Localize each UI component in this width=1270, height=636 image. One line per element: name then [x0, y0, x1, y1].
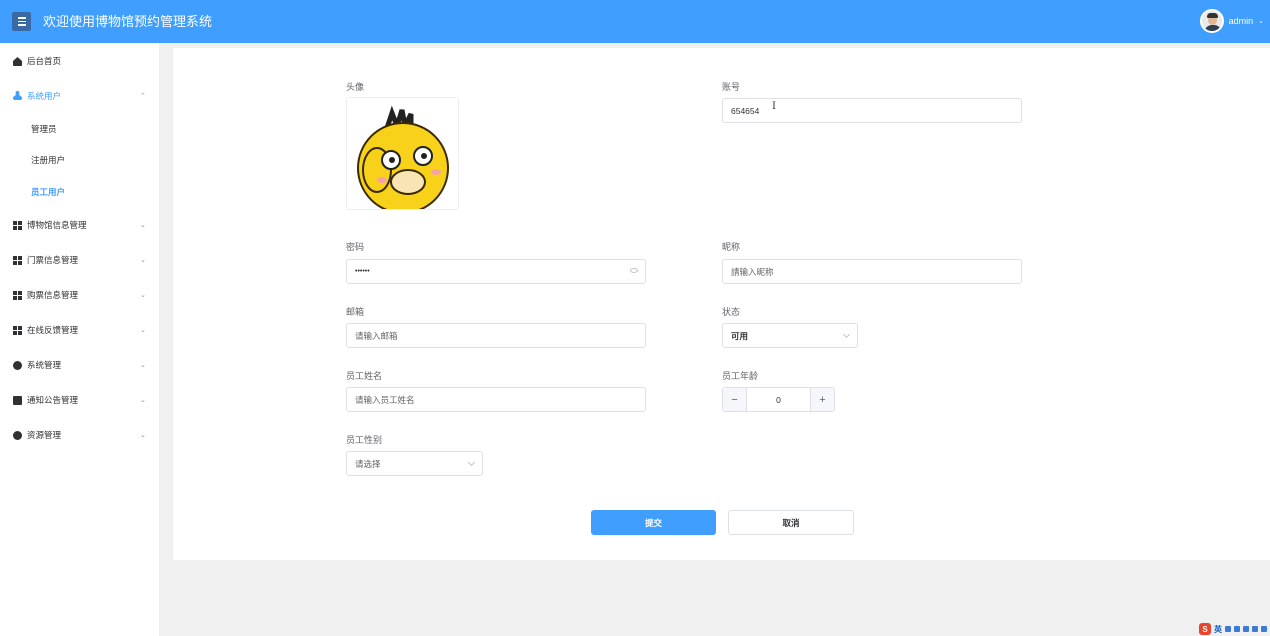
psyduck-avatar-image: [357, 105, 449, 209]
microphone-icon[interactable]: [1234, 626, 1240, 632]
status-select[interactable]: 可用: [722, 323, 858, 348]
password-input[interactable]: ••••••: [346, 259, 646, 284]
sidebar-item-label: 门票信息管理: [27, 255, 79, 265]
nickname-input[interactable]: 請输入昵称: [722, 259, 1022, 284]
staff-age-value[interactable]: 0: [747, 388, 810, 411]
staff-age-stepper[interactable]: − 0 +: [722, 387, 835, 412]
sidebar-item-system-settings[interactable]: 系统管理 ⌄: [0, 355, 159, 375]
skin-icon[interactable]: [1252, 626, 1258, 632]
sidebar-item-purchase-info[interactable]: 购票信息管理 ⌄: [0, 285, 159, 305]
staff-age-label: 员工年龄: [722, 371, 759, 381]
ime-toolbar[interactable]: S 英: [1196, 622, 1270, 636]
chevron-down-icon: ⌄: [140, 432, 146, 439]
chevron-down-icon: ⌄: [140, 257, 146, 264]
home-icon: [13, 57, 22, 66]
sidebar-subitem-label: 员工用户: [31, 187, 66, 197]
sidebar-item-dashboard[interactable]: 后台首页: [0, 51, 159, 71]
user-icon: [13, 91, 22, 100]
sidebar-item-ticket-info[interactable]: 门票信息管理 ⌄: [0, 250, 159, 270]
user-menu[interactable]: admin ⌄: [1199, 9, 1264, 33]
password-label: 密码: [346, 242, 365, 252]
grid-icon: [13, 326, 22, 335]
ime-mode-label[interactable]: 英: [1214, 624, 1222, 635]
avatar-label: 头像: [346, 82, 365, 92]
account-input[interactable]: 654654: [722, 98, 1022, 123]
chevron-down-icon: [842, 330, 851, 339]
eye-icon[interactable]: [630, 268, 638, 273]
sidebar-item-label: 购票信息管理: [27, 290, 79, 300]
nickname-label: 昵称: [722, 242, 741, 252]
sidebar-item-label: 系统管理: [27, 360, 62, 370]
sidebar-item-resources[interactable]: 资源管理 ⌄: [0, 425, 159, 445]
staff-name-placeholder: 请输入员工姓名: [355, 394, 415, 405]
main-content-panel: [173, 48, 1270, 560]
email-label: 邮箱: [346, 307, 365, 317]
gear-icon: [13, 361, 22, 370]
grid-icon: [13, 291, 22, 300]
staff-name-label: 员工姓名: [346, 371, 383, 381]
punctuation-icon[interactable]: [1225, 626, 1231, 632]
sidebar-subitem-admin[interactable]: 管理员: [0, 119, 159, 139]
sidebar-item-label: 博物馆信息管理: [27, 220, 87, 230]
username-label[interactable]: admin: [1229, 16, 1254, 26]
chevron-down-icon: ⌄: [140, 292, 146, 299]
keyboard-icon[interactable]: [1243, 626, 1249, 632]
sidebar-subitem-label: 注册用户: [31, 155, 66, 165]
email-input[interactable]: 请输入邮箱: [346, 323, 646, 348]
hamburger-icon-line: [17, 24, 26, 26]
decrement-button[interactable]: −: [723, 388, 747, 411]
submit-button[interactable]: 提交: [591, 510, 716, 535]
menu-toggle-button[interactable]: [12, 12, 31, 31]
plus-circle-icon: [13, 431, 22, 440]
grid-icon: [13, 221, 22, 230]
sidebar-item-system-users[interactable]: 系统用户 ⌃: [0, 86, 159, 106]
chevron-down-icon: ⌄: [140, 327, 146, 334]
sogou-ime-icon[interactable]: S: [1199, 623, 1211, 635]
text-cursor-icon: I: [772, 101, 776, 112]
app-title: 欢迎使用博物馆预约管理系统: [43, 14, 213, 29]
chevron-down-icon[interactable]: ⌄: [1258, 17, 1264, 25]
sidebar-item-label: 系统用户: [27, 91, 62, 101]
increment-button[interactable]: +: [810, 388, 834, 411]
sidebar-item-feedback[interactable]: 在线反馈管理 ⌄: [0, 320, 159, 340]
chevron-up-icon: ⌃: [140, 93, 146, 100]
chevron-down-icon: [467, 458, 476, 467]
sidebar-item-label: 通知公告管理: [27, 395, 79, 405]
staff-gender-select[interactable]: 请选择: [346, 451, 483, 476]
sidebar-subitem-registered-users[interactable]: 注册用户: [0, 150, 159, 170]
toolbox-icon[interactable]: [1261, 626, 1267, 632]
grid-icon: [13, 256, 22, 265]
avatar-upload[interactable]: [346, 97, 459, 210]
user-avatar[interactable]: [1199, 9, 1224, 33]
sidebar-item-label: 资源管理: [27, 430, 62, 440]
sidebar-item-label: 后台首页: [27, 56, 62, 66]
staff-gender-placeholder: 请选择: [355, 458, 381, 469]
nickname-placeholder: 請输入昵称: [731, 266, 774, 277]
chevron-down-icon: ⌄: [140, 222, 146, 229]
status-label: 状态: [722, 307, 741, 317]
chevron-down-icon: ⌄: [140, 397, 146, 404]
sidebar-subitem-label: 管理员: [31, 124, 57, 134]
document-icon: [13, 396, 22, 405]
hamburger-icon-line: [17, 17, 26, 19]
password-value: ••••••: [355, 268, 370, 275]
sidebar-item-museum-info[interactable]: 博物馆信息管理 ⌄: [0, 215, 159, 235]
email-placeholder: 请输入邮箱: [355, 330, 398, 341]
hamburger-icon-line: [17, 20, 26, 23]
chevron-down-icon: ⌄: [140, 362, 146, 369]
sidebar-subitem-staff-users[interactable]: 员工用户: [0, 182, 159, 202]
account-value: 654654: [731, 105, 760, 116]
status-value: 可用: [731, 330, 749, 341]
top-header: 欢迎使用博物馆预约管理系统 admin ⌄: [0, 0, 1270, 43]
sidebar: 后台首页 系统用户 ⌃ 管理员 注册用户 员工用户 博物馆信息管理 ⌄ 门票信息…: [0, 43, 159, 636]
cancel-button[interactable]: 取消: [728, 510, 854, 535]
staff-name-input[interactable]: 请输入员工姓名: [346, 387, 646, 412]
sidebar-item-label: 在线反馈管理: [27, 325, 79, 335]
account-label: 账号: [722, 82, 741, 92]
sidebar-item-announcements[interactable]: 通知公告管理 ⌄: [0, 390, 159, 410]
staff-gender-label: 员工性别: [346, 435, 383, 445]
